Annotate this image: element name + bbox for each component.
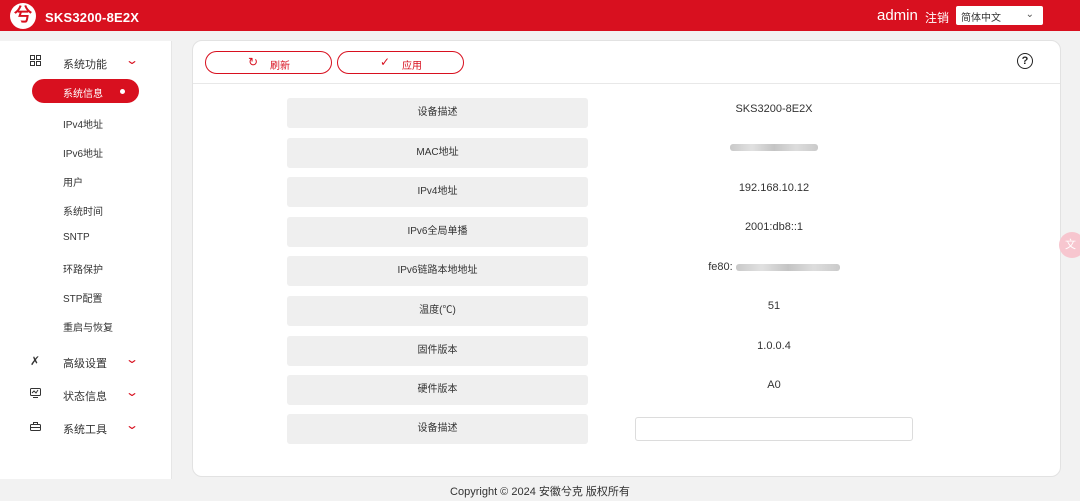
sidebar-group-label: 系统功能 bbox=[63, 59, 107, 71]
chevron-down-icon: ⌄ bbox=[1025, 9, 1034, 20]
sidebar-nav: 系统功能 ⌄ 系统信息 IPv4地址 IPv6地址 用户 系统时间 SNTP 环… bbox=[0, 41, 172, 479]
label-hardware-version: 硬件版本 bbox=[287, 375, 588, 405]
sidebar-group-label: 系统工具 bbox=[63, 424, 107, 436]
redacted-value bbox=[735, 263, 840, 271]
sidebar-item-label: 系统信息 bbox=[63, 89, 103, 100]
apply-button[interactable]: ✓ 应用 bbox=[337, 51, 464, 74]
value-temperature: 51 bbox=[767, 300, 781, 312]
label-ipv6-link-local: IPv6链路本地地址 bbox=[287, 256, 588, 286]
value-firmware-version: 1.0.0.4 bbox=[757, 340, 791, 352]
label-device-description-edit: 设备描述 bbox=[287, 414, 588, 444]
value-mac-address bbox=[635, 141, 913, 153]
grid-icon bbox=[30, 55, 41, 69]
logout-link[interactable]: 注销 bbox=[925, 9, 949, 26]
chevron-down-icon: ⌄ bbox=[124, 418, 140, 432]
label-device-description: 设备描述 bbox=[287, 98, 588, 128]
sidebar-item-users[interactable]: 用户 bbox=[63, 174, 83, 189]
value-device-description: SKS3200-8E2X bbox=[735, 103, 813, 115]
language-selected-value: 简体中文 bbox=[961, 13, 1001, 24]
redacted-value bbox=[730, 143, 818, 151]
sidebar-group-system-functions[interactable]: 系统功能 ⌄ bbox=[0, 50, 172, 76]
chevron-down-icon: ⌄ bbox=[124, 385, 140, 399]
label-ipv6-global: IPv6全局单播 bbox=[287, 217, 588, 247]
apply-label: 应用 bbox=[402, 61, 422, 72]
check-icon: ✓ bbox=[380, 55, 391, 69]
device-model-title: SKS3200-8E2X bbox=[45, 10, 140, 25]
refresh-icon: ↻ bbox=[248, 55, 259, 69]
sidebar-item-system-info[interactable]: 系统信息 bbox=[32, 79, 139, 103]
refresh-label: 刷新 bbox=[270, 61, 290, 72]
sidebar-item-sntp[interactable]: SNTP bbox=[63, 232, 90, 243]
sidebar-item-stp[interactable]: STP配置 bbox=[63, 290, 102, 305]
sidebar-item-ipv4[interactable]: IPv4地址 bbox=[63, 116, 103, 131]
sidebar-group-advanced[interactable]: ✗ 高级设置 ⌄ bbox=[0, 349, 172, 375]
language-select[interactable]: 简体中文 ⌄ bbox=[956, 6, 1043, 25]
sidebar-group-label: 高级设置 bbox=[63, 358, 107, 370]
sidebar-group-status[interactable]: 状态信息 ⌄ bbox=[0, 382, 172, 408]
value-ipv4-address: 192.168.10.12 bbox=[738, 182, 810, 194]
sidebar-item-reboot-restore[interactable]: 重启与恢复 bbox=[63, 319, 113, 334]
sidebar-item-loop-protection[interactable]: 环路保护 bbox=[63, 261, 103, 276]
sidebar-group-label: 状态信息 bbox=[63, 391, 107, 403]
username-label: admin bbox=[877, 7, 918, 24]
toolbox-icon bbox=[30, 420, 41, 434]
tools-icon: ✗ bbox=[30, 354, 41, 368]
chevron-down-icon: ⌄ bbox=[124, 53, 140, 67]
footer-copyright: Copyright © 2024 安徽兮克 版权所有 bbox=[450, 486, 630, 498]
device-description-input[interactable] bbox=[635, 417, 913, 441]
label-mac-address: MAC地址 bbox=[287, 138, 588, 168]
floating-translate-icon[interactable]: 文 bbox=[1059, 232, 1080, 258]
monitor-icon bbox=[30, 387, 41, 401]
brand-logo-icon: 兮 bbox=[10, 3, 36, 29]
help-icon[interactable]: ? bbox=[1017, 53, 1033, 69]
top-header: 兮 SKS3200-8E2X admin 注销 简体中文 ⌄ bbox=[0, 0, 1080, 31]
sidebar-group-tools[interactable]: 系统工具 ⌄ bbox=[0, 415, 172, 441]
sidebar-item-ipv6[interactable]: IPv6地址 bbox=[63, 145, 103, 160]
system-info-panel: ↻ 刷新 ✓ 应用 ? 设备描述 SKS3200-8E2X MAC地址 IPv4… bbox=[192, 40, 1061, 477]
active-dot-icon bbox=[120, 89, 125, 94]
toolbar: ↻ 刷新 ✓ 应用 ? bbox=[193, 41, 1060, 84]
value-ipv6-link-local: fe80: bbox=[635, 261, 913, 273]
refresh-button[interactable]: ↻ 刷新 bbox=[205, 51, 332, 74]
chevron-down-icon: ⌄ bbox=[124, 352, 140, 366]
label-firmware-version: 固件版本 bbox=[287, 336, 588, 366]
label-ipv4-address: IPv4地址 bbox=[287, 177, 588, 207]
value-ipv6-global: 2001:db8::1 bbox=[744, 221, 804, 233]
ipv6-link-local-prefix: fe80: bbox=[708, 261, 733, 273]
value-hardware-version: A0 bbox=[767, 379, 781, 391]
label-temperature: 温度(℃) bbox=[287, 296, 588, 326]
sidebar-item-system-time[interactable]: 系统时间 bbox=[63, 203, 103, 218]
